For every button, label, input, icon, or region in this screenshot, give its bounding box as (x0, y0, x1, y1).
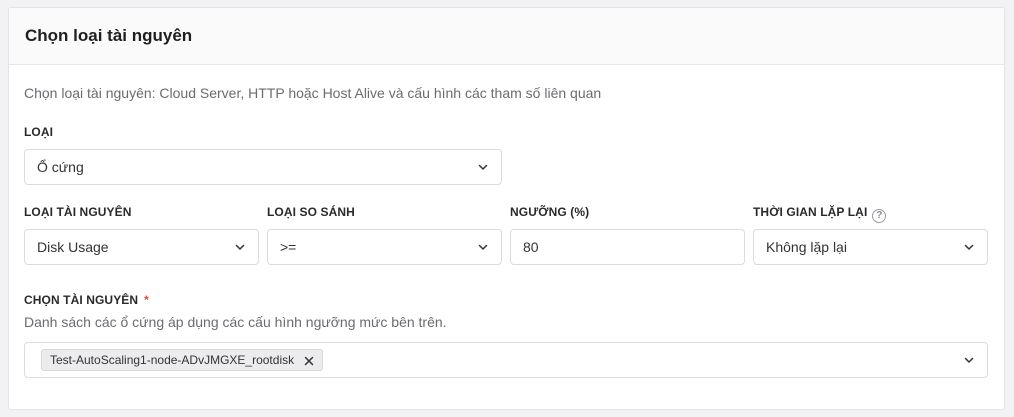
card-description: Chọn loại tài nguyên: Cloud Server, HTTP… (24, 85, 602, 101)
card-header: Chọn loại tài nguyên (9, 8, 1004, 65)
choose-resource-label-group: CHỌN TÀI NGUYÊN * (24, 293, 149, 307)
resource-type-value: Disk Usage (37, 239, 109, 255)
chevron-down-icon (477, 161, 489, 173)
choose-resource-description: Danh sách các ổ cứng áp dụng các cấu hìn… (24, 314, 447, 330)
compare-type-value: >= (280, 239, 297, 255)
choose-resource-label: CHỌN TÀI NGUYÊN (24, 293, 139, 307)
compare-type-select[interactable]: >= (267, 229, 502, 265)
threshold-label: NGƯỠNG (%) (510, 205, 590, 219)
resource-selection-card: Chọn loại tài nguyên Chọn loại tài nguyê… (8, 7, 1005, 410)
tag-label: Test-AutoScaling1-node-ADvJMGXE_rootdisk (50, 353, 295, 367)
chevron-down-icon (477, 241, 489, 253)
repeat-time-label-group: THỜI GIAN LẶP LẠI? (753, 205, 887, 223)
help-circle-icon[interactable]: ? (872, 208, 887, 223)
card-title: Chọn loại tài nguyên (25, 26, 193, 45)
resource-type-select[interactable]: Disk Usage (24, 229, 259, 265)
resource-type-label: LOẠI TÀI NGUYÊN (24, 205, 132, 219)
selected-resource-tag: Test-AutoScaling1-node-ADvJMGXE_rootdisk (41, 349, 324, 371)
type-select[interactable]: Ổ cứng (24, 149, 502, 185)
threshold-value: 80 (523, 239, 539, 255)
resource-multiselect[interactable]: Test-AutoScaling1-node-ADvJMGXE_rootdisk (24, 342, 988, 378)
close-icon[interactable] (304, 355, 314, 366)
chevron-down-icon (963, 354, 975, 366)
repeat-time-value: Không lặp lại (766, 239, 847, 255)
repeat-time-label: THỜI GIAN LẶP LẠI (753, 205, 868, 219)
type-label: LOẠI (24, 125, 54, 139)
required-mark: * (144, 293, 149, 307)
type-select-value: Ổ cứng (37, 159, 84, 175)
chevron-down-icon (963, 241, 975, 253)
chevron-down-icon (234, 241, 246, 253)
threshold-input[interactable]: 80 (510, 229, 745, 265)
compare-type-label: LOẠI SO SÁNH (267, 205, 355, 219)
repeat-time-select[interactable]: Không lặp lại (753, 229, 988, 265)
